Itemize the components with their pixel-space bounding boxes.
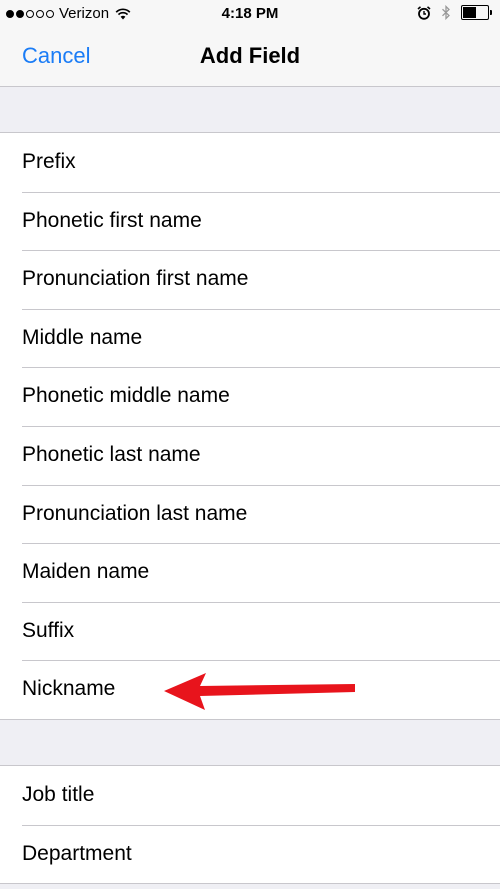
status-bar: Verizon 4:18 PM [0,0,500,30]
navigation-header: Verizon 4:18 PM Cancel Add Field [0,0,500,87]
list-item-label: Pronunciation first name [22,267,249,291]
status-icons [417,5,492,20]
list-item-phonetic-first-name[interactable]: Phonetic first name [0,191,500,251]
name-fields-list: Prefix Phonetic first name Pronunciation… [0,132,500,720]
list-item-label: Pronunciation last name [22,501,248,525]
battery-level [463,7,476,18]
list-item-label: Phonetic last name [22,442,201,466]
list-item-label: Job title [22,783,95,806]
list-item-department[interactable]: Department [0,824,500,884]
list-item-maiden-name[interactable]: Maiden name [0,543,500,602]
battery-icon [461,5,492,20]
list-item-prefix[interactable]: Prefix [0,133,500,192]
list-item-job-title[interactable]: Job title [0,766,500,825]
list-item-label: Prefix [22,150,76,173]
list-item-label: Maiden name [22,560,150,584]
list-item-label: Department [22,841,132,865]
list-item-label: Phonetic middle name [22,384,230,408]
alarm-icon [417,5,431,20]
list-item-label: Phonetic first name [22,208,202,232]
list-item-label: Nickname [22,677,116,701]
battery-body [461,5,489,20]
battery-tip [490,10,492,15]
annotation-arrow-icon [164,673,355,710]
list-item-suffix[interactable]: Suffix [0,601,500,661]
list-item-label: Middle name [22,325,143,349]
work-fields-list: Job title Department [0,765,500,885]
list-item-middle-name[interactable]: Middle name [0,308,500,368]
bluetooth-icon [442,5,450,20]
page-title: Add Field [199,43,301,68]
list-item-pronunciation-last-name[interactable]: Pronunciation last name [0,484,500,544]
list-item-phonetic-middle-name[interactable]: Phonetic middle name [0,367,500,426]
list-item-label: Suffix [22,618,75,642]
list-item-pronunciation-first-name[interactable]: Pronunciation first name [0,250,500,309]
list-item-phonetic-last-name[interactable]: Phonetic last name [0,425,500,485]
